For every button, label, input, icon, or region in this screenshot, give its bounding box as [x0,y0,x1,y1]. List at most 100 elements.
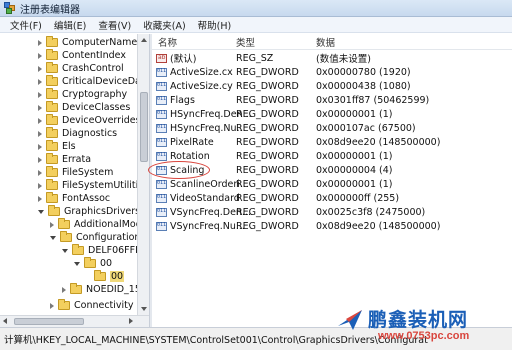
scroll-down-icon[interactable] [139,304,149,314]
value-row[interactable]: VSyncFreq.Den... REG_DWORD 0x0025c3f8 (2… [152,205,512,219]
value-name: VideoStandard [170,192,240,204]
value-type: REG_DWORD [236,66,299,78]
column-header-name[interactable]: 名称 [158,34,177,49]
expand-arrow-icon[interactable] [38,65,42,72]
value-name: VSyncFreq.Nu... [170,220,245,232]
menu-help[interactable]: 帮助(H) [192,18,238,32]
value-row[interactable]: VSyncFreq.Nu... REG_DWORD 0x08d9ee20 (14… [152,219,512,233]
tree-item[interactable]: Configuration [50,231,137,244]
value-type: REG_SZ [236,52,274,64]
expand-arrow-icon[interactable] [38,117,42,124]
value-type: REG_DWORD [236,108,299,120]
collapse-arrow-icon[interactable] [62,248,68,253]
value-row[interactable]: ActiveSize.cy REG_DWORD 0x00000438 (1080… [152,79,512,93]
site-watermark: 鹏鑫装机网 www.0753pc.com [330,302,508,350]
value-data: 0x00000001 (1) [316,150,393,162]
scroll-thumb[interactable] [14,318,84,325]
folder-icon [70,283,82,294]
tree-vertical-scrollbar[interactable] [137,34,149,315]
expand-arrow-icon[interactable] [38,143,42,150]
column-header-type[interactable]: 类型 [236,34,255,49]
menu-favorites[interactable]: 收藏夹(A) [137,18,191,32]
scroll-up-icon[interactable] [139,35,149,45]
tree-item[interactable]: FontAssoc [38,192,110,205]
tree-item[interactable]: CriticalDeviceDatab [38,75,137,88]
value-row[interactable]: PixelRate REG_DWORD 0x08d9ee20 (14850000… [152,135,512,149]
expand-arrow-icon[interactable] [38,195,42,202]
value-row[interactable]: Rotation REG_DWORD 0x00000001 (1) [152,149,512,163]
tree-item[interactable]: DELF06FFFW [62,244,137,257]
expand-arrow-icon[interactable] [62,286,66,293]
value-data: 0x08d9ee20 (148500000) [316,136,441,148]
tree-item[interactable]: Errata [38,153,91,166]
collapse-arrow-icon[interactable] [38,209,44,214]
folder-icon [46,166,58,177]
tree-item[interactable]: Cryptography [38,88,127,101]
tree-item[interactable]: FileSystem [38,166,113,179]
value-row[interactable]: HSyncFreq.Nu... REG_DWORD 0x000107ac (67… [152,121,512,135]
column-header-data[interactable]: 数据 [316,34,335,49]
folder-icon [94,270,106,281]
tree-item[interactable]: 00 [74,257,112,270]
value-row[interactable]: HSyncFreq.Den... REG_DWORD 0x00000001 (1… [152,107,512,121]
tree-item[interactable]: FileSystemUtilities [38,179,137,192]
expand-arrow-icon[interactable] [38,78,42,85]
tree-item[interactable]: Connectivity [50,299,134,312]
tree-item[interactable]: NOEDID_154 [62,283,137,296]
value-type: REG_DWORD [236,94,299,106]
expand-arrow-icon[interactable] [38,130,42,137]
scroll-left-icon[interactable] [0,316,12,327]
tree-item-selected[interactable]: 00 [94,270,125,283]
tree-item[interactable]: ContentIndex [38,49,126,62]
expand-arrow-icon[interactable] [38,156,42,163]
folder-icon [72,244,84,255]
value-row[interactable]: (默认) REG_SZ (数值未设置) [152,51,512,65]
tree-item[interactable]: Diagnostics [38,127,117,140]
value-name: Flags [170,94,195,106]
expand-arrow-icon[interactable] [38,39,42,46]
menu-view[interactable]: 查看(V) [92,18,137,32]
value-row[interactable]: ScanlineOrderi... REG_DWORD 0x00000001 (… [152,177,512,191]
value-data: 0x000107ac (67500) [316,122,416,134]
value-data: (数值未设置) [316,54,371,65]
collapse-arrow-icon[interactable] [50,235,56,240]
value-row[interactable]: VideoStandard REG_DWORD 0x000000ff (255) [152,191,512,205]
value-row[interactable]: ActiveSize.cx REG_DWORD 0x00000780 (1920… [152,65,512,79]
window-title: 注册表编辑器 [20,4,80,16]
expand-arrow-icon[interactable] [38,91,42,98]
tree-item[interactable]: CrashControl [38,62,124,75]
value-type: REG_DWORD [236,206,299,218]
tree-horizontal-scrollbar[interactable] [0,315,149,327]
binary-value-icon [156,67,167,77]
expand-arrow-icon[interactable] [38,52,42,59]
tree-item[interactable]: AdditionalMode [50,218,137,231]
binary-value-icon [156,137,167,147]
string-value-icon [156,53,167,63]
tree-item[interactable]: ComputerName [38,36,137,49]
expand-arrow-icon[interactable] [38,169,42,176]
watermark-brand: 鹏鑫装机网 [368,309,469,331]
value-row[interactable]: Flags REG_DWORD 0x0301ff87 (50462599) [152,93,512,107]
scroll-thumb[interactable] [140,92,148,162]
tree-item[interactable]: DeviceClasses [38,101,130,114]
value-name: PixelRate [170,136,214,148]
collapse-arrow-icon[interactable] [74,261,80,266]
scroll-right-icon[interactable] [129,316,149,327]
registry-tree: ComputerName ContentIndex CrashControl C… [0,34,137,315]
tree-item[interactable]: Els [38,140,76,153]
folder-icon [46,36,58,47]
expand-arrow-icon[interactable] [50,221,54,228]
binary-value-icon [156,193,167,203]
value-type: REG_DWORD [236,220,299,232]
expand-arrow-icon[interactable] [38,104,42,111]
menu-edit[interactable]: 编辑(E) [48,18,92,32]
expand-arrow-icon[interactable] [50,302,54,309]
value-data: 0x000000ff (255) [316,192,400,204]
value-data: 0x00000780 (1920) [316,66,411,78]
folder-icon [46,62,58,73]
menu-file[interactable]: 文件(F) [4,18,48,32]
value-type: REG_DWORD [236,178,299,190]
tree-item[interactable]: DeviceOverrides [38,114,137,127]
tree-item[interactable]: GraphicsDrivers [38,205,137,218]
expand-arrow-icon[interactable] [38,182,42,189]
